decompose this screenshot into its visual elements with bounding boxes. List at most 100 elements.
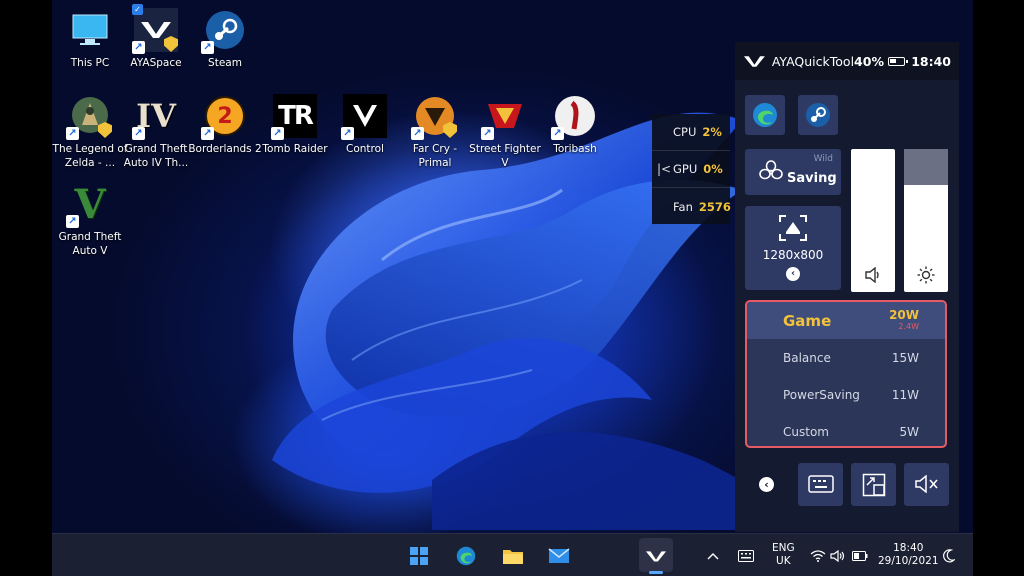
taskbar-ayaspace-button[interactable] <box>645 545 667 567</box>
fan-row: Fan 2576 <box>652 188 731 225</box>
chevron-up-icon <box>707 553 719 560</box>
input-language-button[interactable]: ENG UK <box>772 542 795 568</box>
taskbar-mail-button[interactable] <box>548 545 570 567</box>
keyboard-icon <box>808 475 834 493</box>
brightness-icon <box>917 266 935 284</box>
checkbox-icon: ✓ <box>132 4 143 15</box>
folder-icon <box>503 550 523 564</box>
power-mode-list: Game 20W 2.4W Balance 15W PowerSaving 11… <box>745 300 947 448</box>
fan-mode-label: Saving <box>787 171 837 186</box>
desktop-icon-steam[interactable]: ↗ Steam <box>187 8 263 70</box>
tray-overflow-button[interactable] <box>702 545 724 567</box>
taskbar-explorer-button[interactable] <box>502 545 524 567</box>
quicktool-header: AYAQuickTool 40% 18:40 <box>735 42 959 80</box>
desktop-icon-label: Grand Theft Auto V <box>58 231 122 257</box>
uac-shield-icon <box>164 36 178 52</box>
taskbar-edge-button[interactable] <box>455 545 477 567</box>
power-mode-name: PowerSaving <box>783 387 860 402</box>
power-mode-game[interactable]: Game 20W 2.4W <box>747 302 945 339</box>
resolution-button[interactable]: 1280x800 ‹ <box>745 206 841 290</box>
steam-icon: ↗ <box>201 8 247 54</box>
desktop-icon-gta5[interactable]: V ↗ Grand Theft Auto V <box>52 181 128 258</box>
active-app-indicator <box>649 571 663 574</box>
desktop-icon-streetfighter[interactable]: ↗ Street Fighter V <box>467 94 543 170</box>
power-mode-custom[interactable]: Custom 5W <box>747 413 945 446</box>
fullscreen-resolution-icon <box>779 215 807 241</box>
toribash-icon: ↗ <box>551 94 597 140</box>
control-icon: ↗ <box>341 94 387 140</box>
clock-date: 29/10/2021 <box>878 555 939 567</box>
start-button[interactable] <box>408 545 430 567</box>
aya-logo-icon <box>645 551 667 562</box>
volume-slider[interactable] <box>851 149 895 292</box>
shortcut-arrow-icon: ↗ <box>271 127 284 140</box>
edge-icon <box>456 546 476 566</box>
desktop-icon-ayaspace[interactable]: ↗ ✓ AYASpace <box>118 4 194 70</box>
shortcut-arrow-icon: ↗ <box>201 41 214 54</box>
fan-value: 2576 <box>698 199 731 214</box>
steam-shortcut-button[interactable] <box>798 95 838 135</box>
desktop-icon-toribash[interactable]: ↗ Toribash <box>537 94 613 156</box>
edge-shortcut-button[interactable] <box>745 95 785 135</box>
volume-tray-button[interactable] <box>827 545 849 567</box>
fan-label: Fan <box>673 199 693 214</box>
taskbar-clock[interactable]: 18:40 29/10/2021 <box>878 542 939 568</box>
desktop-icon-control[interactable]: ↗ Control <box>327 94 403 156</box>
brightness-slider[interactable] <box>904 149 948 292</box>
desktop-icon-label: Steam <box>208 57 242 69</box>
language-code: ENG <box>772 542 795 554</box>
mute-button[interactable] <box>904 463 949 506</box>
brightness-slider-empty-track <box>904 149 948 185</box>
resolution-prev-icon[interactable]: ‹ <box>786 267 800 281</box>
desktop-icon-borderlands[interactable]: 2 ↗ Borderlands 2 <box>187 94 263 156</box>
focus-assist-button[interactable] <box>938 545 960 567</box>
wifi-icon <box>810 550 826 562</box>
power-mode-watt-sub: 2.4W <box>898 321 919 331</box>
windows-start-icon <box>410 547 428 565</box>
power-mode-watt: 20W 2.4W <box>889 309 919 332</box>
gta5-icon: V ↗ <box>66 181 112 228</box>
header-time: 18:40 <box>911 53 951 69</box>
desktop-icon-label: Street Fighter V <box>469 143 541 169</box>
shortcut-arrow-icon: ↗ <box>132 127 145 140</box>
borderlands-icon: 2 ↗ <box>201 94 247 140</box>
desktop-icon-this-pc[interactable]: This PC <box>52 8 128 70</box>
desktop-icon-label: This PC <box>70 57 110 69</box>
ayaspace-icon: ↗ ✓ <box>132 4 178 54</box>
desktop-icon-gta4[interactable]: IV ↗ Grand Theft Auto IV Th... <box>118 94 194 170</box>
power-mode-name: Game <box>783 311 832 330</box>
desktop-icon-label: AYASpace <box>130 57 182 69</box>
desktop-icon-label: Tomb Raider <box>262 143 328 155</box>
shortcut-arrow-icon: ↗ <box>201 127 214 140</box>
back-icon[interactable]: ‹ <box>759 477 774 492</box>
keyboard-button[interactable] <box>798 463 843 506</box>
desktop-icon-farcry[interactable]: ↗ Far Cry - Primal <box>397 94 473 170</box>
farcry-icon: ↗ <box>411 94 457 140</box>
cpu-row: CPU 2% <box>652 114 730 151</box>
streetfighter-icon: ↗ <box>481 94 527 140</box>
fan-icon <box>759 160 783 180</box>
battery-tray-button[interactable] <box>849 545 871 567</box>
desktop-icon-label: Borderlands 2 <box>188 143 262 155</box>
power-mode-powersaving[interactable]: PowerSaving 11W <box>747 376 945 413</box>
touch-keyboard-button[interactable] <box>735 545 757 567</box>
battery-percent: 40% <box>854 53 884 69</box>
borderlands-glyph: 2 <box>217 103 233 129</box>
gpu-value: 0% <box>703 162 723 176</box>
network-button[interactable] <box>807 545 829 567</box>
power-mode-balance[interactable]: Balance 15W <box>747 339 945 376</box>
collapse-handle-icon[interactable]: |< <box>657 162 671 176</box>
window-resize-button[interactable] <box>851 463 896 506</box>
window-resize-icon <box>862 473 886 497</box>
mail-icon <box>548 548 570 563</box>
desktop-icon-zelda[interactable]: ↗ The Legend of Zelda - ... <box>52 94 128 170</box>
taskbar: ENG UK 18:40 29/10/2021 <box>52 533 973 576</box>
gta4-icon: IV ↗ <box>132 94 178 140</box>
volume-icon <box>865 267 879 283</box>
cpu-label: CPU <box>673 125 697 139</box>
fan-mode-saving-button[interactable]: Wild Saving <box>745 149 841 195</box>
keyboard-icon <box>738 550 754 562</box>
shortcut-arrow-icon: ↗ <box>551 127 564 140</box>
zelda-icon: ↗ <box>66 94 112 140</box>
desktop-icon-tombraider[interactable]: TR ↗ Tomb Raider <box>257 94 333 156</box>
